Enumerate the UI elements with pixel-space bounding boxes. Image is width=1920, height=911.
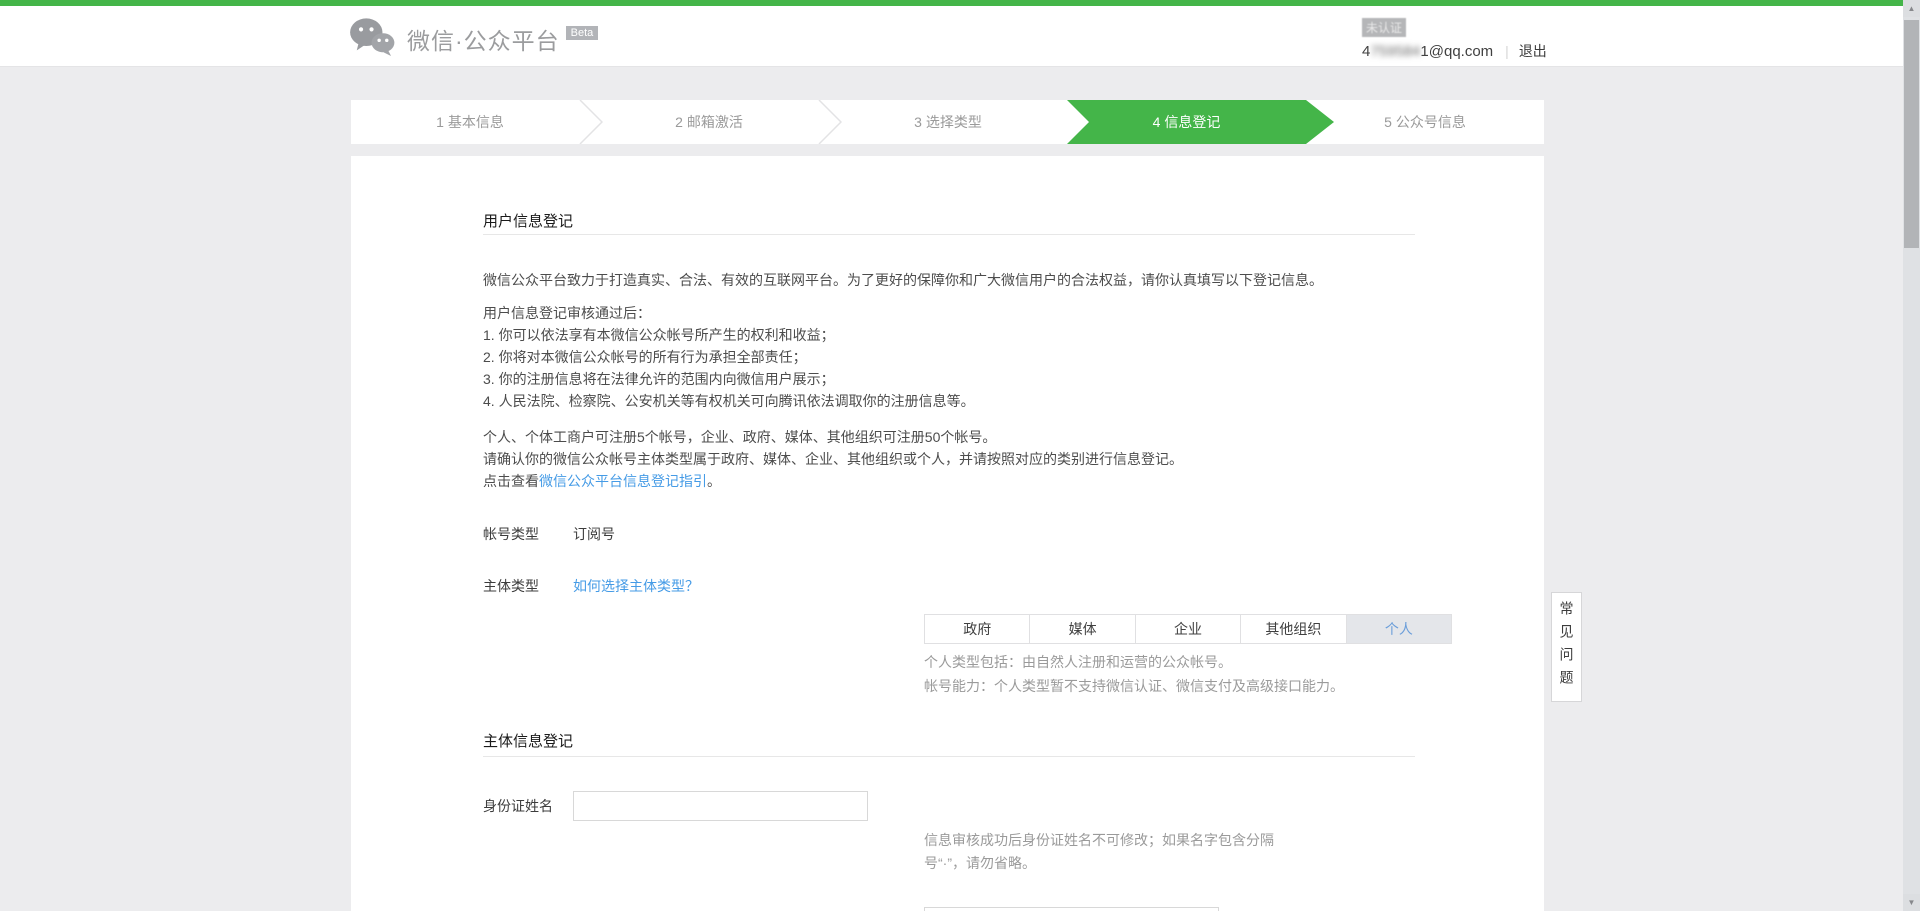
section-title-subject-info: 主体信息登记 <box>483 730 573 751</box>
id-name-input[interactable] <box>573 791 868 821</box>
step-choose-type: 3 选择类型 <box>914 100 982 144</box>
section-divider <box>483 756 1415 757</box>
how-to-choose-subject-link[interactable]: 如何选择主体类型？ <box>573 576 699 596</box>
tab-personal-selected[interactable]: 个人 <box>1347 615 1451 643</box>
id-name-note-line2: 号“·”，请勿省略。 <box>924 852 1274 875</box>
rule-item: 4. 人民法院、检察院、公安机关等有权机关可向腾讯依法调取你的注册信息等。 <box>483 390 1415 412</box>
step-basic-info: 1 基本信息 <box>436 100 504 144</box>
step-email-activation: 2 邮箱激活 <box>675 100 743 144</box>
email-masked: 759584 <box>1370 43 1420 60</box>
registration-guide-link[interactable]: 微信公众平台信息登记指引 <box>539 473 707 489</box>
vertical-scrollbar[interactable]: ▲ ▼ <box>1903 0 1920 911</box>
tab-other-org[interactable]: 其他组织 <box>1241 615 1346 643</box>
id-name-note-line1: 信息审核成功后身份证姓名不可修改；如果名字包含分隔 <box>924 829 1274 852</box>
scroll-down-icon[interactable]: ▼ <box>1903 894 1920 911</box>
account-email: 47595841@qq.com <box>1362 43 1493 60</box>
account-row: 47595841@qq.com | 退出 <box>1362 41 1544 61</box>
account-type-value: 订阅号 <box>573 524 615 544</box>
intro-paragraph: 微信公众平台致力于打造真实、合法、有效的互联网平台。为了更好的保障你和广大微信用… <box>483 269 1415 291</box>
step-separator-icon <box>579 100 603 149</box>
guide-line: 点击查看微信公众平台信息登记指引。 <box>483 470 1415 492</box>
quota-line: 个人、个体工商户可注册5个帐号，企业、政府、媒体、其他组织可注册50个帐号。 <box>483 426 1415 448</box>
personal-type-notes: 个人类型包括：由自然人注册和运营的公众帐号。 帐号能力：个人类型暂不支持微信认证… <box>924 650 1344 698</box>
faq-label: 常见问题 <box>1557 601 1577 693</box>
rules-block: 用户信息登记审核通过后： 1. 你可以依法享有本微信公众帐号所产生的权利和收益；… <box>483 302 1415 412</box>
header: 微信·公众平台 Beta 未认证 47595841@qq.com | 退出 <box>0 6 1920 67</box>
beta-badge: Beta <box>566 26 599 40</box>
scroll-up-icon[interactable]: ▲ <box>1903 0 1920 17</box>
account-type-row: 帐号类型 订阅号 <box>483 524 615 544</box>
id-name-row: 身份证姓名 <box>483 791 868 821</box>
registration-step-bar: 1 基本信息 2 邮箱激活 3 选择类型 4 信息登记 5 公众号信息 <box>351 100 1544 144</box>
confirm-line: 请确认你的微信公众帐号主体类型属于政府、媒体、企业、其他组织或个人，并请按照对应… <box>483 448 1415 470</box>
step-account-info: 5 公众号信息 <box>1384 100 1466 144</box>
wechat-logo-icon <box>349 17 395 62</box>
subject-type-label: 主体类型 <box>483 576 573 596</box>
section-title-user-info: 用户信息登记 <box>483 210 573 231</box>
step-separator-icon <box>818 100 842 149</box>
main-panel: 用户信息登记 微信公众平台致力于打造真实、合法、有效的互联网平台。为了更好的保障… <box>351 156 1544 911</box>
personal-type-note-1: 个人类型包括：由自然人注册和运营的公众帐号。 <box>924 650 1344 674</box>
rule-item: 2. 你将对本微信公众帐号的所有行为承担全部责任； <box>483 346 1415 368</box>
tab-government[interactable]: 政府 <box>925 615 1030 643</box>
id-name-note: 信息审核成功后身份证姓名不可修改；如果名字包含分隔 号“·”，请勿省略。 <box>924 829 1274 875</box>
personal-type-note-2: 帐号能力：个人类型暂不支持微信认证、微信支付及高级接口能力。 <box>924 674 1344 698</box>
subject-type-tabs: 政府 媒体 企业 其他组织 个人 <box>924 614 1452 644</box>
id-name-label: 身份证姓名 <box>483 791 573 821</box>
scrollbar-thumb[interactable] <box>1904 20 1919 248</box>
brand: 微信·公众平台 Beta <box>349 16 598 62</box>
quota-block: 个人、个体工商户可注册5个帐号，企业、政府、媒体、其他组织可注册50个帐号。 请… <box>483 426 1415 492</box>
header-account: 未认证 47595841@qq.com | 退出 <box>1362 18 1544 61</box>
header-divider: | <box>1505 43 1509 59</box>
rules-title: 用户信息登记审核通过后： <box>483 302 1415 324</box>
account-type-label: 帐号类型 <box>483 524 573 544</box>
subject-type-row: 主体类型 如何选择主体类型？ <box>483 576 699 596</box>
section-divider <box>483 234 1415 235</box>
status-badge: 未认证 <box>1362 18 1406 37</box>
tab-enterprise[interactable]: 企业 <box>1136 615 1241 643</box>
next-field-input[interactable] <box>924 907 1219 911</box>
brand-title: 微信·公众平台 <box>407 22 560 56</box>
tab-media[interactable]: 媒体 <box>1030 615 1135 643</box>
step-info-registration-active: 4 信息登记 <box>1067 100 1334 144</box>
faq-button[interactable]: 常见问题 <box>1551 592 1582 702</box>
rule-item: 3. 你的注册信息将在法律允许的范围内向微信用户展示； <box>483 368 1415 390</box>
rule-item: 1. 你可以依法享有本微信公众帐号所产生的权利和收益； <box>483 324 1415 346</box>
logout-button[interactable]: 退出 <box>1519 41 1547 61</box>
